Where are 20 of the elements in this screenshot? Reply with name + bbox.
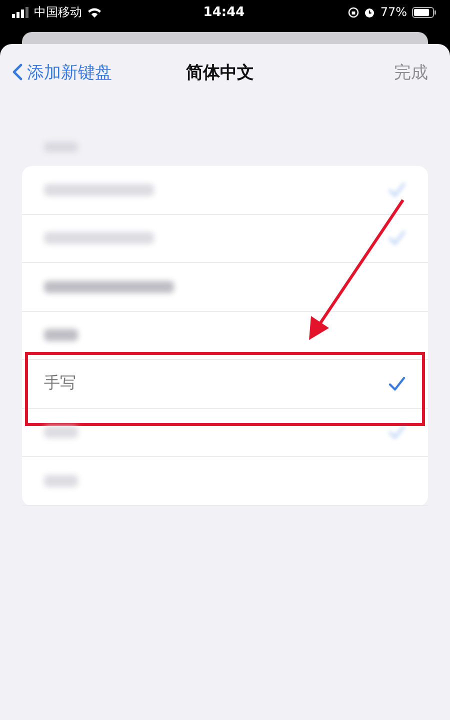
blurred-label [44, 426, 78, 438]
checkmark-icon [388, 376, 406, 392]
signal-icon [12, 6, 29, 18]
back-button[interactable]: 添加新键盘 [12, 60, 142, 84]
rotation-lock-icon [348, 6, 360, 18]
battery-icon [412, 6, 436, 18]
carrier-name: 中国移动 [34, 4, 82, 20]
page-title: 简体中文 [186, 62, 254, 84]
checkmark-icon [388, 424, 406, 440]
blurred-label [44, 329, 78, 342]
clock-time: 14:44 [203, 4, 245, 20]
blurred-label [44, 474, 78, 487]
row-label: 手写 [44, 373, 76, 394]
list-row[interactable]: 手写 [22, 360, 428, 408]
checkmark-icon [388, 182, 406, 198]
wifi-icon [87, 6, 102, 18]
alarm-icon [364, 6, 376, 18]
battery-percent: 77% [380, 5, 407, 19]
chevron-left-icon [12, 63, 23, 81]
checkmark-icon [388, 230, 406, 246]
